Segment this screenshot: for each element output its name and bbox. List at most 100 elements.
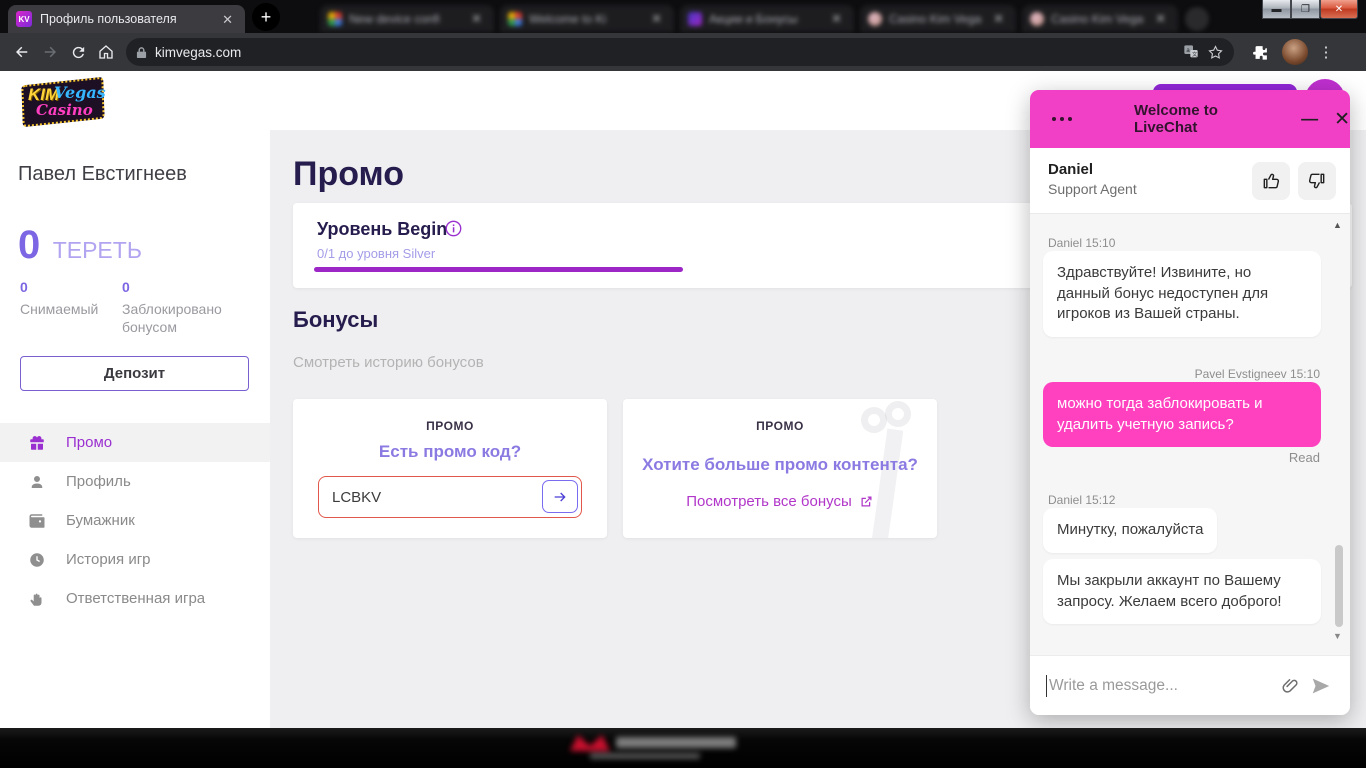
chat-scrollbar-thumb[interactable] xyxy=(1335,545,1343,627)
chat-scroll-up-arrow[interactable]: ▲ xyxy=(1333,220,1342,230)
profile-avatar[interactable] xyxy=(1282,39,1308,65)
tab-blurred-3[interactable]: Акции и Бонусы ✕ xyxy=(680,5,854,32)
translate-icon[interactable]: a 文 xyxy=(1183,44,1199,60)
taskbar: Yβ Beta 164 RU ψ xyxy=(0,728,1366,768)
agent-message: Мы закрыли аккаунт по Вашему запросу. Же… xyxy=(1043,559,1321,625)
promo-card-label: ПРОМО xyxy=(756,419,804,433)
rate-good-button[interactable] xyxy=(1252,162,1290,200)
lock-icon xyxy=(136,46,147,58)
tab-close-icon[interactable]: ✕ xyxy=(218,11,237,28)
browser-tab-strip: KV Профиль пользователя ✕ + New device c… xyxy=(0,0,1366,33)
deposit-button[interactable]: Депозит xyxy=(20,356,249,391)
rate-bad-button[interactable] xyxy=(1298,162,1336,200)
sidebar-item-promo[interactable]: Промо xyxy=(0,423,270,462)
promo-submit-button[interactable] xyxy=(542,480,578,513)
balance-amount: 0 xyxy=(18,223,41,267)
window-close-button[interactable]: ✕ xyxy=(1320,0,1358,19)
desktop: KV Профиль пользователя ✕ + New device c… xyxy=(0,0,1366,768)
thumb-down-icon xyxy=(1308,173,1325,189)
livechat-widget: Welcome to LiveChat — ✕ Daniel Support A… xyxy=(1030,90,1350,715)
bookmark-star-icon[interactable] xyxy=(1207,44,1224,61)
tab-favicon xyxy=(1030,11,1044,26)
promo-code-field-wrap xyxy=(318,476,582,518)
promo-card-label: ПРОМО xyxy=(426,419,474,433)
message-meta: Daniel 15:12 xyxy=(1048,493,1116,507)
gift-icon xyxy=(30,435,44,450)
message-meta: Daniel 15:10 xyxy=(1048,236,1116,250)
tab-title: Профиль пользователя xyxy=(40,12,177,26)
address-bar[interactable]: kimvegas.com a 文 xyxy=(126,38,1234,66)
tab-blurred-4[interactable]: Casino Kim Vegas ✕ xyxy=(860,5,1016,32)
back-icon[interactable] xyxy=(8,38,36,66)
agent-message: Минутку, пожалуйста xyxy=(1043,508,1218,553)
chat-message-input[interactable] xyxy=(1049,676,1274,695)
chat-minimize-icon[interactable]: — xyxy=(1301,109,1318,129)
bonus-history-link[interactable]: Смотреть историю бонусов xyxy=(293,354,484,371)
view-all-bonuses-link[interactable]: Посмотреть все бонусы xyxy=(686,493,874,510)
sidebar-item-label: Бумажник xyxy=(66,512,135,529)
agent-name: Daniel xyxy=(1048,161,1094,178)
tab-favicon xyxy=(328,11,342,26)
balance: 0 ТЕРЕТЬ xyxy=(18,223,142,268)
stat-blocked: 0 Заблокировано бонусом xyxy=(122,279,232,336)
window-maximize-button[interactable]: ❐ xyxy=(1291,0,1320,19)
arrow-right-icon xyxy=(554,492,566,501)
tab-blurred-5[interactable]: Casino Kim Vegas ✕ xyxy=(1022,5,1178,32)
tab-blurred-6[interactable] xyxy=(1185,7,1209,31)
sidebar-item-profile[interactable]: Профиль xyxy=(0,462,270,501)
sidebar-item-responsible-gaming[interactable]: Ответственная игра xyxy=(0,579,270,618)
sidebar-item-game-history[interactable]: История игр xyxy=(0,540,270,579)
chat-menu-icon[interactable] xyxy=(1052,117,1072,121)
text-caret xyxy=(1046,674,1047,697)
balance-currency: ТЕРЕТЬ xyxy=(52,237,142,263)
chat-close-icon[interactable]: ✕ xyxy=(1334,108,1350,131)
taskbar-background-logo xyxy=(550,733,790,765)
level-progress-label: 0/1 до уровня Silver xyxy=(317,246,436,261)
chat-title: Welcome to LiveChat xyxy=(1134,102,1218,136)
reload-icon[interactable] xyxy=(64,38,92,66)
tab-blurred-2[interactable]: Welcome to Ki ✕ xyxy=(500,5,674,32)
sidebar-user-name: Павел Евстигнеев xyxy=(18,163,187,185)
extensions-puzzle-icon[interactable] xyxy=(1246,38,1274,66)
agent-role: Support Agent xyxy=(1048,181,1137,197)
promo-question: Есть промо код? xyxy=(378,442,522,461)
wallet-icon xyxy=(29,513,45,528)
livechat-header: Welcome to LiveChat — ✕ xyxy=(1030,90,1350,148)
home-icon[interactable] xyxy=(92,38,120,66)
person-icon xyxy=(31,475,43,488)
url-text: kimvegas.com xyxy=(155,44,242,60)
tab-close-icon[interactable]: ✕ xyxy=(989,10,1008,27)
browser-toolbar: kimvegas.com a 文 ⋮ xyxy=(0,33,1366,71)
agent-message: Здравствуйте! Извините, но данный бонус … xyxy=(1043,251,1321,338)
sidebar-item-label: Промо xyxy=(66,434,113,451)
sidebar-item-label: Профиль xyxy=(66,473,131,490)
browser-menu-icon[interactable]: ⋮ xyxy=(1312,38,1340,66)
new-tab-button[interactable]: + xyxy=(252,3,280,31)
tab-title: Welcome to Ki xyxy=(529,11,607,26)
chat-scroll-down-arrow[interactable]: ▼ xyxy=(1333,631,1342,641)
chat-input-bar xyxy=(1030,655,1350,715)
tab-close-icon[interactable]: ✕ xyxy=(827,10,846,27)
kimvegas-logo[interactable]: KIM Vegas Casino xyxy=(16,75,112,128)
stat-label: Снимаемый xyxy=(20,301,99,317)
attachment-paperclip-icon[interactable] xyxy=(1280,676,1300,696)
send-icon[interactable] xyxy=(1310,675,1332,697)
tab-blurred-1[interactable]: New device confi ✕ xyxy=(320,5,494,32)
stat-value: 0 xyxy=(20,279,28,295)
tab-favicon xyxy=(868,11,882,26)
sidebar-item-label: История игр xyxy=(66,551,151,568)
tab-close-icon[interactable]: ✕ xyxy=(467,10,486,27)
promo-code-card: ПРОМО Есть промо код? xyxy=(293,399,607,538)
forward-icon[interactable] xyxy=(36,38,64,66)
window-minimize-button[interactable]: ▬ xyxy=(1262,0,1291,19)
sidebar-item-wallet[interactable]: Бумажник xyxy=(0,501,270,540)
view-all-bonuses-label: Посмотреть все бонусы xyxy=(686,493,852,510)
tab-favicon xyxy=(508,11,522,26)
message-read-status: Read xyxy=(1288,450,1320,465)
tab-active-profile[interactable]: KV Профиль пользователя ✕ xyxy=(8,5,245,33)
message-meta: Pavel Evstigneev 15:10 xyxy=(1194,367,1320,381)
promo-more-question: Хотите больше промо контента? xyxy=(642,455,918,474)
tab-close-icon[interactable]: ✕ xyxy=(647,10,666,27)
tab-close-icon[interactable]: ✕ xyxy=(1151,10,1170,27)
info-icon[interactable] xyxy=(445,220,462,237)
